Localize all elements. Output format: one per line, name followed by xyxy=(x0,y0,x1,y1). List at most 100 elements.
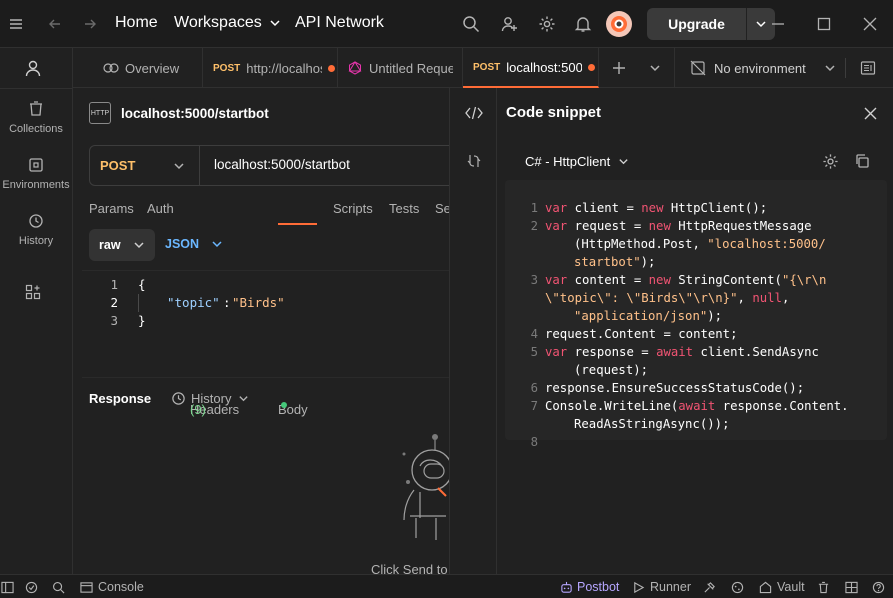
maximize-icon[interactable] xyxy=(812,12,836,36)
subtab-scripts[interactable]: Scripts xyxy=(333,201,373,216)
method-select[interactable]: POST xyxy=(90,146,200,185)
sidebar-item-collections[interactable]: Collections xyxy=(0,101,72,135)
body-format-select[interactable]: JSON xyxy=(165,237,223,251)
json-value: "Birds" xyxy=(232,295,285,310)
subtab-params[interactable]: Params xyxy=(89,201,134,216)
trash-icon[interactable] xyxy=(811,575,835,598)
body-editor[interactable]: 1 { 2 "topic" : "Birds" 3 } xyxy=(82,270,450,378)
tabs-overflow-chevron-icon[interactable] xyxy=(643,56,667,80)
code-snippet-editor[interactable]: 1 var client = new HttpClient(); 2 var req… xyxy=(505,180,887,449)
vault-label: Vault xyxy=(777,580,805,594)
copy-snippet-icon[interactable] xyxy=(850,149,874,173)
method-badge: POST xyxy=(473,61,501,73)
sidebar-item-label: Collections xyxy=(9,123,63,135)
tab-active-request[interactable]: POST localhost:5000 xyxy=(463,48,599,88)
unsaved-dot xyxy=(588,63,596,71)
unsaved-dot xyxy=(328,64,336,72)
postbot-icon xyxy=(561,581,572,593)
tab-request-localhost[interactable]: POST http://localhos xyxy=(203,48,338,88)
sidebar-item-history[interactable]: History xyxy=(0,213,72,247)
tab-overview[interactable]: Overview xyxy=(93,48,203,88)
related-collections-icon[interactable] xyxy=(462,149,486,173)
line-number: 2 xyxy=(110,295,118,310)
toggle-sidebar-icon[interactable] xyxy=(0,575,19,598)
close-window-icon[interactable] xyxy=(858,12,882,36)
tab-label: http://localhos xyxy=(246,60,323,76)
home-link[interactable]: Home xyxy=(115,14,158,32)
postbot-button[interactable]: Postbot xyxy=(560,580,619,594)
search-icon[interactable] xyxy=(459,12,483,36)
astronaut-illustration xyxy=(380,430,453,550)
workspaces-label: Workspaces xyxy=(174,14,262,31)
cookies-icon[interactable] xyxy=(725,575,749,598)
find-replace-search-icon[interactable] xyxy=(46,575,70,598)
active-subtab-underline xyxy=(278,223,317,225)
vault-button[interactable]: Vault xyxy=(759,580,805,594)
method-value: POST xyxy=(100,158,136,173)
user-account-icon[interactable] xyxy=(21,56,45,80)
chevron-down-icon xyxy=(239,396,249,402)
sidebar-item-environments[interactable]: Environments xyxy=(0,157,72,191)
chevron-down-icon xyxy=(619,159,628,165)
history-icon xyxy=(29,214,43,228)
environments-icon xyxy=(29,158,43,172)
invite-user-icon[interactable] xyxy=(498,12,522,36)
body-line: 3 } xyxy=(82,312,450,330)
menu-icon[interactable] xyxy=(4,12,28,36)
subtab-auth[interactable]: Auth xyxy=(147,201,174,216)
postbot-label: Postbot xyxy=(577,580,620,594)
request-url-bar: POST localhost:5000/startbot xyxy=(89,145,469,186)
avatar[interactable] xyxy=(606,11,632,37)
back-arrow-icon[interactable] xyxy=(43,12,67,36)
add-workbench-icon[interactable] xyxy=(21,280,45,304)
code-snippet-title: Code snippet xyxy=(506,104,602,121)
line-number: 1 xyxy=(110,277,118,292)
sidebar-item-label: Environments xyxy=(2,179,70,191)
graphql-icon xyxy=(348,61,362,75)
settings-gear-icon[interactable] xyxy=(535,12,559,36)
close-panel-icon[interactable] xyxy=(858,101,882,125)
overview-icon xyxy=(103,63,119,73)
console-button[interactable]: Console xyxy=(80,580,144,594)
tab-label: Overview xyxy=(125,60,180,76)
response-history-button[interactable]: History xyxy=(171,391,249,406)
console-label: Console xyxy=(98,580,144,594)
upgrade-button[interactable]: Upgrade xyxy=(647,8,775,40)
tab-untitled-request[interactable]: Untitled Reques xyxy=(338,48,463,88)
notifications-bell-icon[interactable] xyxy=(571,12,595,36)
chevron-down-icon xyxy=(825,65,835,72)
request-title[interactable]: localhost:5000/startbot xyxy=(121,106,269,121)
body-line: 2 "topic" : "Birds" xyxy=(82,294,450,312)
vault-icon xyxy=(759,581,772,593)
language-select[interactable]: C# - HttpClient xyxy=(525,154,629,169)
minimize-icon[interactable] xyxy=(766,12,790,36)
body-mode-value: raw xyxy=(99,238,121,252)
line-number: 3 xyxy=(110,313,118,328)
url-input[interactable]: localhost:5000/startbot xyxy=(214,157,350,172)
runner-icon xyxy=(634,581,645,593)
environment-selector[interactable]: No environment xyxy=(690,60,836,76)
api-network-link[interactable]: API Network xyxy=(295,14,384,32)
code-text: } xyxy=(138,313,146,328)
request-header: HTTP localhost:5000/startbot xyxy=(89,100,269,126)
environment-quick-look-icon[interactable] xyxy=(856,56,880,80)
forward-arrow-icon[interactable] xyxy=(78,12,102,36)
environment-label: No environment xyxy=(714,60,806,76)
chevron-down-icon xyxy=(134,242,144,249)
workspaces-menu[interactable]: Workspaces xyxy=(174,14,281,32)
subtab-tests[interactable]: Tests xyxy=(389,201,419,216)
code-icon[interactable] xyxy=(462,101,486,125)
json-key: "topic" xyxy=(167,295,220,310)
body-mode-select[interactable]: raw xyxy=(89,229,155,261)
body-line: 1 { xyxy=(82,276,450,294)
snippet-line: 8 xyxy=(505,415,887,469)
new-tab-plus-icon[interactable] xyxy=(607,56,631,80)
runner-button[interactable]: Runner xyxy=(632,580,691,594)
language-value: C# - HttpClient xyxy=(525,154,611,169)
online-status-icon[interactable] xyxy=(19,575,43,598)
capture-requests-icon[interactable] xyxy=(697,575,721,598)
two-pane-view-icon[interactable] xyxy=(839,575,863,598)
help-icon[interactable] xyxy=(866,575,890,598)
snippet-settings-gear-icon[interactable] xyxy=(818,149,842,173)
chevron-down-icon xyxy=(270,20,280,27)
